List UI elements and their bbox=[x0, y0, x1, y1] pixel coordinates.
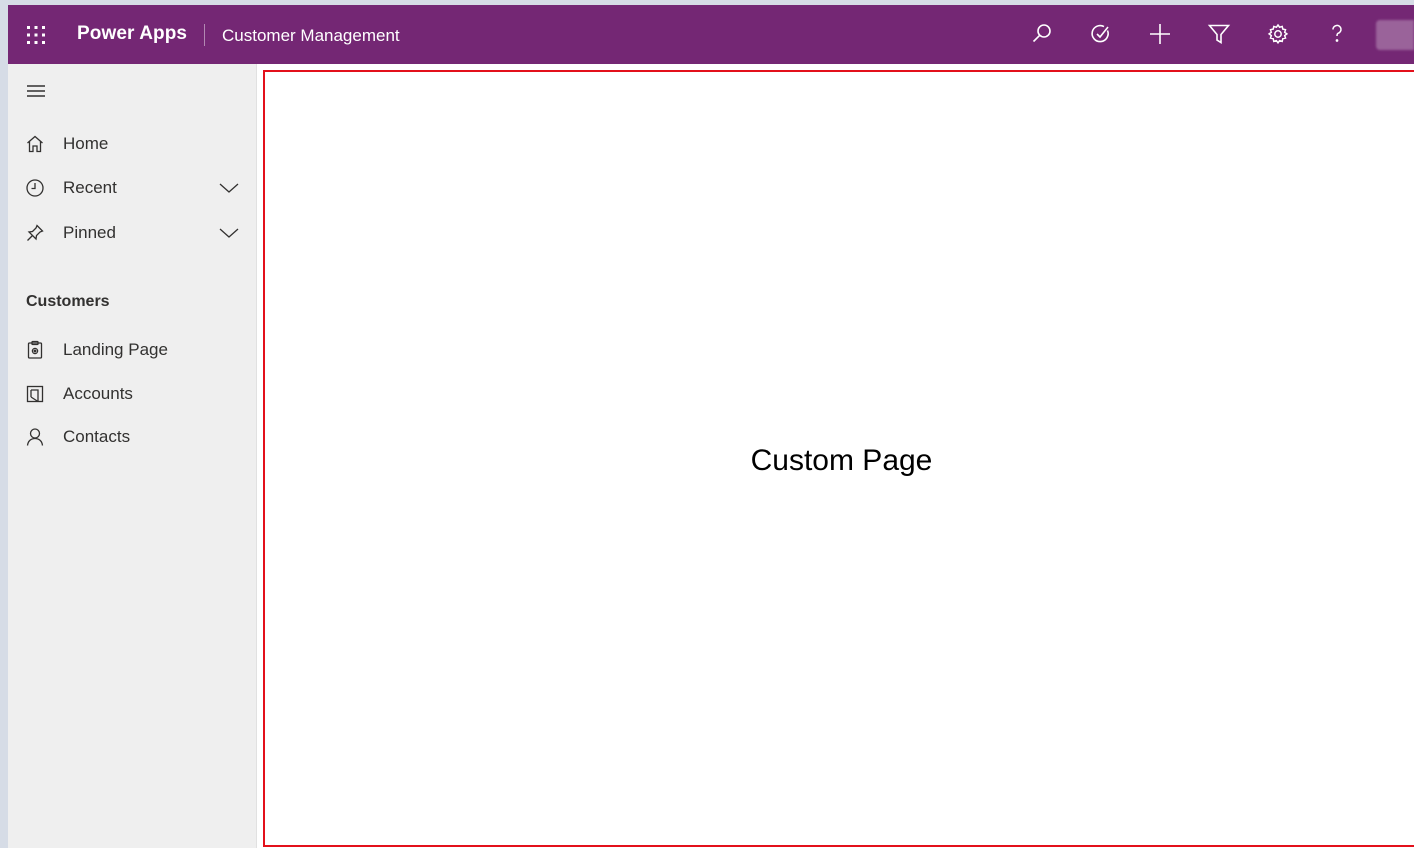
sidebar-item-landing-page[interactable]: Landing Page bbox=[8, 330, 256, 370]
gear-icon[interactable] bbox=[1266, 22, 1290, 46]
sidebar-item-label: Accounts bbox=[63, 384, 133, 403]
sidebar-item-contacts[interactable]: Contacts bbox=[8, 417, 256, 457]
brand-divider bbox=[204, 24, 205, 46]
sidebar-item-pinned[interactable]: Pinned bbox=[8, 213, 256, 253]
sidebar-item-label: Landing Page bbox=[63, 340, 168, 359]
avatar[interactable] bbox=[1376, 20, 1414, 50]
sidebar-item-label: Recent bbox=[63, 178, 117, 197]
task-icon[interactable] bbox=[1089, 22, 1113, 46]
hamburger-menu-icon[interactable] bbox=[25, 81, 47, 101]
sidebar-item-label: Pinned bbox=[63, 223, 116, 242]
filter-icon[interactable] bbox=[1207, 22, 1231, 46]
sidebar-item-accounts[interactable]: Accounts bbox=[8, 374, 256, 414]
sidebar-section-title: Customers bbox=[26, 293, 110, 310]
accounts-icon bbox=[25, 384, 45, 404]
sidebar: Home Recent Pinned Customers Landing Pag… bbox=[8, 64, 257, 848]
clipboard-gear-icon bbox=[25, 340, 45, 360]
clock-icon bbox=[25, 178, 45, 198]
pin-icon bbox=[25, 223, 45, 243]
waffle-icon[interactable] bbox=[26, 25, 46, 45]
plus-icon[interactable] bbox=[1148, 22, 1172, 46]
help-icon[interactable] bbox=[1325, 22, 1349, 46]
app-name[interactable]: Customer Management bbox=[222, 26, 400, 46]
sidebar-item-label: Contacts bbox=[63, 427, 131, 446]
sidebar-item-label: Home bbox=[63, 134, 109, 153]
top-bar: Power Apps Customer Management bbox=[8, 5, 1414, 64]
custom-page-label: Custom Page bbox=[750, 444, 933, 477]
app-window: Power Apps Customer Management Home Rece… bbox=[8, 5, 1414, 848]
brand-name[interactable]: Power Apps bbox=[77, 23, 187, 45]
person-icon bbox=[25, 427, 45, 447]
sidebar-item-home[interactable]: Home bbox=[8, 124, 256, 164]
search-icon[interactable] bbox=[1030, 22, 1054, 46]
home-icon bbox=[25, 134, 45, 154]
sidebar-item-recent[interactable]: Recent bbox=[8, 168, 256, 208]
chevron-down-icon[interactable] bbox=[218, 179, 240, 197]
custom-page-frame: Custom Page bbox=[263, 70, 1414, 847]
chevron-down-icon[interactable] bbox=[218, 224, 240, 242]
